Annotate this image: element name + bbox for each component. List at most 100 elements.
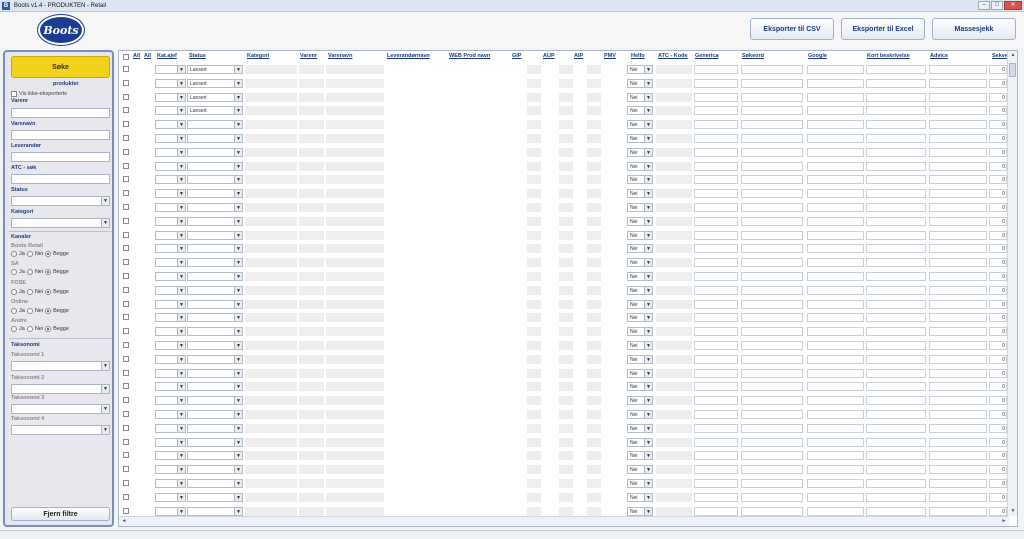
- generica-input[interactable]: [694, 313, 738, 323]
- generica-input[interactable]: [694, 120, 738, 130]
- google-input[interactable]: [807, 203, 864, 212]
- generica-input[interactable]: [694, 258, 738, 268]
- advice-input[interactable]: [929, 492, 987, 502]
- sokeord-input[interactable]: [741, 313, 803, 323]
- radio-both[interactable]: [45, 289, 52, 295]
- generica-input[interactable]: [694, 451, 738, 461]
- row-checkbox[interactable]: [123, 135, 129, 141]
- helfo-select[interactable]: Nei ▼: [627, 285, 653, 295]
- generica-input[interactable]: [694, 106, 738, 116]
- generica-input[interactable]: [694, 147, 738, 157]
- kort-beskrivelse-input[interactable]: [866, 313, 926, 323]
- sekvens-input[interactable]: 0: [989, 299, 1007, 309]
- kort-beskrivelse-input[interactable]: [866, 78, 926, 88]
- sekvens-input[interactable]: 0: [989, 506, 1007, 516]
- radio-both[interactable]: [45, 251, 52, 257]
- advice-input[interactable]: [929, 451, 987, 461]
- sokeord-input[interactable]: [741, 382, 803, 392]
- google-input[interactable]: [807, 244, 864, 254]
- google-input[interactable]: [807, 437, 864, 447]
- advice-input[interactable]: [929, 285, 987, 295]
- google-input[interactable]: [807, 147, 864, 157]
- google-input[interactable]: [807, 396, 864, 406]
- generica-input[interactable]: [694, 189, 738, 199]
- katalog-select[interactable]: ▼: [155, 258, 186, 268]
- katalog-select[interactable]: ▼: [155, 147, 186, 157]
- katalog-select[interactable]: ▼: [155, 189, 186, 199]
- col-varenavn[interactable]: Varenavn: [328, 53, 352, 59]
- generica-input[interactable]: [694, 175, 738, 185]
- advice-input[interactable]: [929, 382, 987, 392]
- kort-beskrivelse-input[interactable]: [866, 465, 926, 475]
- mass-check-button[interactable]: Massesjekk: [932, 18, 1016, 40]
- sekvens-input[interactable]: 0: [989, 382, 1007, 392]
- helfo-select[interactable]: Nei ▼: [627, 396, 653, 406]
- row-checkbox[interactable]: [123, 411, 129, 417]
- status-select[interactable]: ▼: [187, 147, 243, 157]
- col-sokeord[interactable]: Søkeord: [742, 53, 764, 59]
- radio-no[interactable]: [26, 289, 33, 295]
- col-status[interactable]: Status: [189, 53, 206, 59]
- katalog-select[interactable]: ▼: [155, 479, 186, 488]
- generica-input[interactable]: [694, 396, 738, 406]
- status-select[interactable]: Lansert ▼: [187, 106, 243, 116]
- sokeord-input[interactable]: [741, 258, 803, 268]
- sekvens-input[interactable]: 0: [989, 78, 1007, 88]
- advice-input[interactable]: [929, 354, 987, 364]
- row-checkbox[interactable]: [123, 121, 129, 128]
- status-select[interactable]: ▼: [187, 492, 243, 502]
- select-all-checkbox[interactable]: [123, 54, 129, 60]
- kort-beskrivelse-input[interactable]: [866, 492, 926, 502]
- helfo-select[interactable]: Nei ▼: [627, 423, 653, 433]
- google-input[interactable]: [807, 258, 864, 268]
- row-checkbox[interactable]: [123, 93, 129, 100]
- radio-no[interactable]: [26, 308, 33, 314]
- google-input[interactable]: [807, 423, 864, 433]
- helfo-select[interactable]: Nei ▼: [627, 382, 653, 392]
- leverandor-input[interactable]: [11, 152, 110, 162]
- helfo-select[interactable]: Nei ▼: [627, 65, 653, 74]
- status-select[interactable]: ▼: [187, 175, 243, 185]
- sekvens-input[interactable]: 0: [989, 216, 1007, 226]
- advice-input[interactable]: [929, 368, 987, 378]
- col-kategori[interactable]: Kategori: [247, 53, 269, 59]
- col-leverandornavn[interactable]: Leverandørnavn: [387, 53, 430, 59]
- google-input[interactable]: [807, 65, 864, 74]
- kort-beskrivelse-input[interactable]: [866, 134, 926, 143]
- sekvens-input[interactable]: 0: [989, 368, 1007, 378]
- sekvens-input[interactable]: 0: [989, 410, 1007, 419]
- generica-input[interactable]: [694, 327, 738, 337]
- google-input[interactable]: [807, 134, 864, 143]
- advice-input[interactable]: [929, 258, 987, 268]
- katalog-select[interactable]: ▼: [155, 203, 186, 212]
- katalog-select[interactable]: ▼: [155, 354, 186, 364]
- row-checkbox[interactable]: [123, 259, 129, 266]
- status-select[interactable]: ▼: [187, 258, 243, 268]
- kort-beskrivelse-input[interactable]: [866, 479, 926, 488]
- sekvens-input[interactable]: 0: [989, 147, 1007, 157]
- sekvens-input[interactable]: 0: [989, 451, 1007, 461]
- row-checkbox[interactable]: [123, 176, 129, 183]
- helfo-select[interactable]: Nei ▼: [627, 451, 653, 461]
- status-select[interactable]: Lansert ▼: [187, 78, 243, 88]
- sokeord-input[interactable]: [741, 506, 803, 516]
- google-input[interactable]: [807, 313, 864, 323]
- row-checkbox[interactable]: [123, 66, 129, 72]
- katalog-select[interactable]: ▼: [155, 327, 186, 337]
- kort-beskrivelse-input[interactable]: [866, 299, 926, 309]
- vertical-scrollbar[interactable]: ▲ ▼: [1007, 51, 1017, 516]
- generica-input[interactable]: [694, 341, 738, 350]
- status-select[interactable]: ▼: [187, 189, 243, 199]
- katalog-select[interactable]: ▼: [155, 134, 186, 143]
- helfo-select[interactable]: Nei ▼: [627, 216, 653, 226]
- helfo-select[interactable]: Nei ▼: [627, 244, 653, 254]
- google-input[interactable]: [807, 216, 864, 226]
- sekvens-input[interactable]: 0: [989, 189, 1007, 199]
- status-select[interactable]: ▼: [187, 244, 243, 254]
- katalog-select[interactable]: ▼: [155, 506, 186, 516]
- advice-input[interactable]: [929, 272, 987, 281]
- radio-both[interactable]: [45, 308, 52, 314]
- clear-filters-button[interactable]: Fjern filtre: [11, 507, 110, 521]
- status-select[interactable]: ▼: [187, 423, 243, 433]
- katalog-select[interactable]: ▼: [155, 299, 186, 309]
